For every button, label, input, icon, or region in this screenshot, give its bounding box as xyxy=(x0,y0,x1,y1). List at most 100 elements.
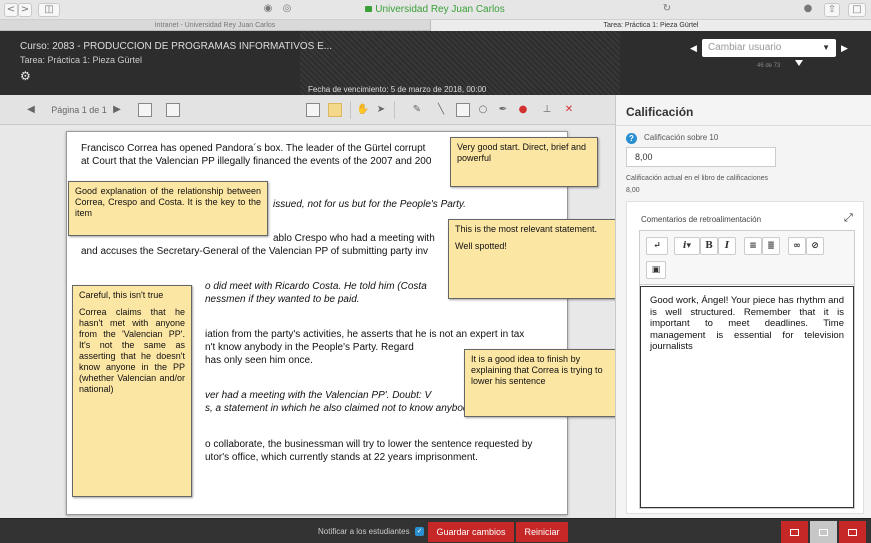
doc-line: o collaborate, the businessman will try … xyxy=(205,439,533,450)
line-tool-icon[interactable]: ╲ xyxy=(434,103,448,117)
feedback-section: Comentarios de retroalimentación ⤢ ↵ i▾ … xyxy=(626,201,864,514)
pan-hand-icon[interactable]: ✋ xyxy=(356,103,370,117)
tab-assignment[interactable]: Tarea: Práctica 1: Pieza Gürtel xyxy=(430,20,871,31)
doc-line: o did meet with Ricardo Costa. He told h… xyxy=(205,281,427,292)
tab-intranet[interactable]: Intranet - Universidad Rey Juan Carlos xyxy=(0,20,430,31)
next-user-icon[interactable]: ▶ xyxy=(841,43,848,54)
chevron-down-icon: ▼ xyxy=(822,43,830,52)
annotation-note-relevant[interactable]: This is the most relevant statement. Wel… xyxy=(448,219,615,299)
annotation-note-finish[interactable]: It is a good idea to finish by explainin… xyxy=(464,349,615,417)
feedback-editor[interactable]: ↵ i▾ B I ≡ ≣ ∞ ⊘ ▣ Good work, Ángel! You… xyxy=(639,230,855,509)
gear-icon[interactable]: ⚙ xyxy=(20,69,31,83)
previous-page-icon[interactable]: ◀ xyxy=(24,103,38,117)
pen-tool-icon[interactable]: ✒ xyxy=(496,103,510,117)
change-user-select[interactable]: Cambiar usuario ▼ xyxy=(702,39,836,57)
doc-line: and accuses the Secretary-General of the… xyxy=(81,246,429,257)
image-icon[interactable]: ▣ xyxy=(646,261,666,279)
comment-color-icon[interactable] xyxy=(328,103,342,117)
toolbar-divider xyxy=(394,101,395,119)
due-date: Fecha de vencimiento: 5 de marzo de 2018… xyxy=(308,85,487,94)
panel-divider xyxy=(616,125,871,126)
comment-icon[interactable] xyxy=(306,103,320,117)
doc-line: ver had a meeting with the Valencian PP'… xyxy=(205,390,432,401)
expand-comments-icon[interactable] xyxy=(166,103,180,117)
assignment-title[interactable]: Tarea: Práctica 1: Pieza Gürtel xyxy=(20,55,142,65)
doc-line: has only seen him once. xyxy=(205,355,313,366)
tabs-overview-icon[interactable]: □ xyxy=(848,3,866,17)
course-title[interactable]: Curso: 2083 - PRODUCCION DE PROGRAMAS IN… xyxy=(20,41,332,52)
ink-color-icon[interactable]: ● xyxy=(516,103,530,117)
url-text: Universidad Rey Juan Carlos xyxy=(375,4,505,15)
feedback-text[interactable]: Good work, Ángel! Your piece has rhythm … xyxy=(640,286,854,508)
page-indicator[interactable]: Página 1 de 1 xyxy=(48,104,110,117)
grading-title: Calificación xyxy=(626,105,694,119)
oval-tool-icon[interactable]: ○ xyxy=(476,103,490,117)
annotation-note-good-start[interactable]: Very good start. Direct, brief and power… xyxy=(450,137,598,187)
tab-bar: Intranet - Universidad Rey Juan Carlos T… xyxy=(0,20,871,31)
note-text: Careful, this isn't true xyxy=(79,290,164,300)
note-text: Good explanation of the relationship bet… xyxy=(75,186,261,218)
extension-icon[interactable]: ● xyxy=(800,3,816,17)
previous-user-icon[interactable]: ◀ xyxy=(690,43,697,54)
link-icon[interactable]: ∞ xyxy=(788,237,806,255)
note-text: It is a good idea to finish by explainin… xyxy=(471,354,603,386)
browser-toolbar: < > ◫ ◉ ◎ Universidad Rey Juan Carlos ↻ … xyxy=(0,0,871,20)
unlink-icon[interactable]: ⊘ xyxy=(806,237,824,255)
layout-left-icon[interactable] xyxy=(781,521,808,543)
stamp-tool-icon[interactable]: ⊥ xyxy=(540,103,554,117)
share-icon[interactable]: ⇧ xyxy=(824,3,840,17)
toolbar-toggle-icon[interactable]: ↵ xyxy=(646,237,668,255)
bullet-list-icon[interactable]: ≡ xyxy=(744,237,762,255)
course-header: Curso: 2083 - PRODUCCION DE PROGRAMAS IN… xyxy=(0,31,871,95)
layout-right-icon[interactable] xyxy=(839,521,866,543)
doc-line: ablo Crespo who had a meeting with xyxy=(273,233,435,244)
comment-tool-icon[interactable]: ✎ xyxy=(410,103,424,117)
doc-line: nessmen if they wanted to be paid. xyxy=(205,294,360,305)
filter-icon[interactable] xyxy=(795,60,803,66)
doc-line: Francisco Correa has opened Pandora´s bo… xyxy=(81,143,426,154)
sidebar-toggle-icon[interactable]: ◫ xyxy=(38,3,60,17)
back-button[interactable]: < xyxy=(4,3,18,17)
bold-icon[interactable]: B xyxy=(700,237,718,255)
search-comments-icon[interactable] xyxy=(138,103,152,117)
help-icon[interactable]: ? xyxy=(626,133,637,144)
doc-line: iation from the party's activities, he a… xyxy=(205,329,525,340)
save-changes-button[interactable]: Guardar cambios xyxy=(428,522,514,542)
note-text: This is the most relevant statement. xyxy=(455,224,598,234)
grading-panel: Calificación ? Calificación sobre 10 8,0… xyxy=(615,95,871,518)
rectangle-tool-icon[interactable] xyxy=(456,103,470,117)
next-page-icon[interactable]: ▶ xyxy=(110,103,124,117)
document-viewer[interactable]: Francisco Correa has opened Pandora´s bo… xyxy=(0,125,615,518)
notify-students-checkbox[interactable]: ✓ xyxy=(415,527,424,536)
numbered-list-icon[interactable]: ≣ xyxy=(762,237,780,255)
change-user-placeholder: Cambiar usuario xyxy=(708,42,782,53)
layout-center-icon[interactable] xyxy=(810,521,837,543)
app-window: < > ◫ ◉ ◎ Universidad Rey Juan Carlos ↻ … xyxy=(0,0,871,543)
feedback-title: Comentarios de retroalimentación xyxy=(641,215,762,224)
italic-icon[interactable]: I xyxy=(718,237,736,255)
annotation-note-careful[interactable]: Careful, this isn't true Correa claims t… xyxy=(72,285,192,497)
annotation-note-explanation[interactable]: Good explanation of the relationship bet… xyxy=(68,181,268,236)
lock-icon xyxy=(365,6,373,12)
notify-students-label: Notificar a los estudiantes xyxy=(318,527,410,536)
expand-icon[interactable]: ⤢ xyxy=(844,211,853,225)
user-count: 46 de 73 xyxy=(757,63,781,69)
grade-label: Calificación sobre 10 xyxy=(644,133,719,142)
action-bar: Notificar a los estudiantes ✓ Guardar ca… xyxy=(0,518,871,543)
note-text: Well spotted! xyxy=(455,241,507,251)
select-cursor-icon[interactable]: ➤ xyxy=(374,103,388,117)
note-text: Very good start. Direct, brief and power… xyxy=(457,142,587,163)
toolbar-divider xyxy=(350,101,351,119)
forward-button[interactable]: > xyxy=(18,3,32,17)
gradebook-label: Calificación actual en el libro de calif… xyxy=(626,175,769,182)
paragraph-style-icon[interactable]: i▾ xyxy=(674,237,700,255)
reload-icon[interactable]: ↻ xyxy=(660,3,674,17)
doc-line: utor's office, which currently stands at… xyxy=(205,452,478,463)
doc-line: at Court that the Valencian PP illegally… xyxy=(81,156,432,167)
reset-button[interactable]: Reiniciar xyxy=(516,522,568,542)
gradebook-value: 8,00 xyxy=(626,187,640,194)
doc-line: issued, not for us but for the People's … xyxy=(273,199,466,210)
address-bar[interactable]: Universidad Rey Juan Carlos xyxy=(245,3,625,17)
delete-icon[interactable]: ✕ xyxy=(562,103,576,117)
grade-input[interactable]: 8,00 xyxy=(626,147,776,167)
